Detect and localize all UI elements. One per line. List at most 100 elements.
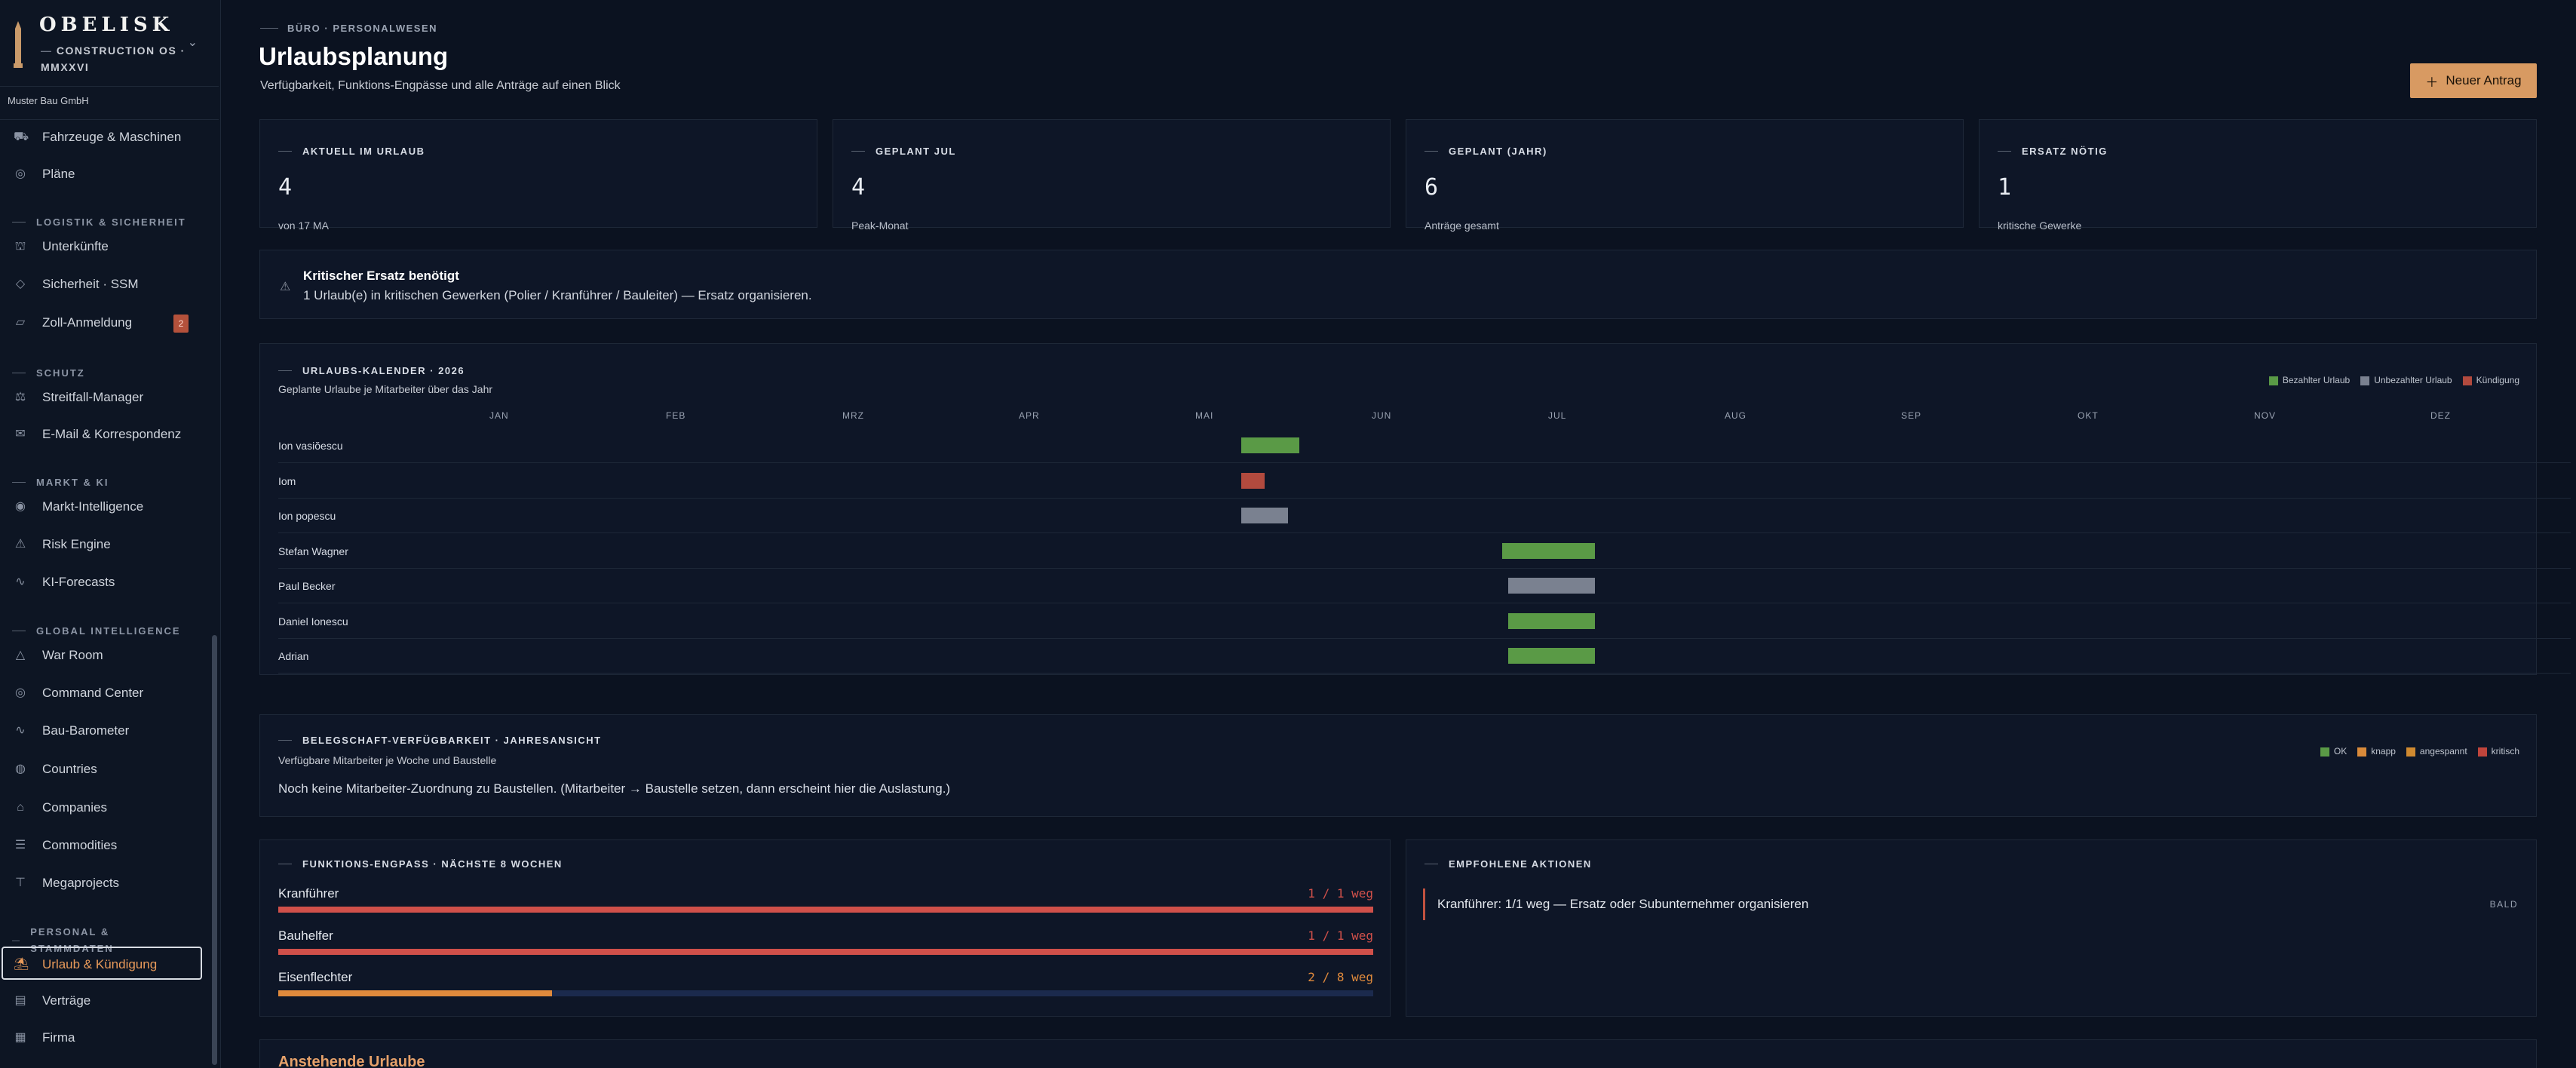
kpi-note: Peak-Monat — [851, 219, 909, 232]
month-label: MRZ — [842, 410, 864, 421]
sidebar-item-commodities[interactable]: ☰ Commodities — [0, 829, 211, 862]
function-name: Eisenflechter — [278, 970, 353, 984]
vacation-bar[interactable] — [1508, 648, 1596, 664]
sidebar-scrollbar[interactable] — [212, 635, 217, 1065]
legend-swatch — [2462, 376, 2472, 385]
legend-item: knapp — [2357, 746, 2396, 756]
breadcrumb: BÜRO · PERSONALWESEN — [260, 23, 437, 34]
progress-track — [278, 990, 1373, 996]
sidebar-item-label: KI-Forecasts — [42, 575, 115, 589]
sidebar-item-pläne[interactable]: ◎ Pläne — [0, 158, 211, 191]
calendar-row: Paul Becker — [278, 569, 2571, 603]
sidebar-item-e-mail-korrespondenz[interactable]: ✉ E-Mail & Korrespondenz — [0, 418, 211, 451]
vacation-bar[interactable] — [1241, 472, 1265, 489]
vacation-bar[interactable] — [1241, 508, 1288, 523]
gavel-icon: ⚖ — [14, 391, 26, 404]
sidebar-item-unterkünfte[interactable]: ⛫ Unterkünfte — [0, 230, 211, 263]
actions-title: EMPFOHLENE AKTIONEN — [1424, 858, 1592, 870]
pulse-icon: ∿ — [15, 724, 26, 737]
calendar-row: Ion vasiŏescu — [278, 428, 2571, 463]
sidebar-item-urlaub-kündigung[interactable]: ⛱ Urlaub & Kündigung — [2, 947, 202, 980]
crane-icon: ⊤ — [15, 876, 26, 889]
legend-item: kritisch — [2477, 746, 2519, 756]
chevron-down-icon[interactable]: ⌄ — [188, 35, 198, 49]
month-label: OKT — [2078, 410, 2099, 421]
sidebar-item-firma[interactable]: ▦ Firma — [0, 1021, 211, 1054]
sidebar-item-companies[interactable]: ⌂ Companies — [0, 791, 211, 824]
sidebar-item-zoll-anmeldung[interactable]: ▱ Zoll-Anmeldung 2 — [0, 306, 211, 339]
employee-name: Ion vasiŏescu — [278, 440, 343, 452]
vacation-bar[interactable] — [1508, 612, 1596, 629]
legend-item: Kündigung — [2462, 375, 2519, 385]
absence-count: 2 / 8 weg — [1308, 970, 1373, 984]
employee-name: Stefan Wagner — [278, 545, 348, 557]
month-label: JAN — [489, 410, 509, 421]
month-label: SEP — [1901, 410, 1922, 421]
sidebar-item-label: Countries — [42, 762, 97, 776]
progress-fill — [278, 907, 1373, 913]
critical-replacement-alert: ⚠ Kritischer Ersatz benötigt 1 Urlaub(e)… — [259, 250, 2537, 319]
employee-name: Ion popescu — [278, 510, 336, 522]
kpi-value: 6 — [1424, 174, 1439, 201]
legend-item: angespannt — [2406, 746, 2467, 756]
alert-title: Kritischer Ersatz benötigt — [303, 269, 459, 283]
bottleneck-row: Kranführer 1 / 1 weg — [278, 886, 1373, 924]
sidebar-item-war-room[interactable]: △ War Room — [0, 639, 211, 672]
sidebar-item-bau-barometer[interactable]: ∿ Bau-Barometer — [0, 714, 211, 747]
brand-subtitle: — CONSTRUCTION OS · MMXXVI — [41, 44, 186, 73]
absence-count: 1 / 1 weg — [1308, 928, 1373, 943]
calendar-row: Stefan Wagner — [278, 534, 2571, 569]
vacation-bar[interactable] — [1241, 437, 1300, 453]
divider — [0, 119, 219, 120]
upcoming-title: Anstehende Urlaube — [278, 1054, 425, 1068]
vacation-bar[interactable] — [1508, 578, 1596, 594]
sidebar-item-label: Unterkünfte — [42, 239, 109, 253]
sidebar-item-verträge[interactable]: ▤ Verträge — [0, 984, 211, 1017]
notification-badge: 2 — [173, 315, 189, 333]
action-item[interactable]: Kranführer: 1/1 weg — Ersatz oder Subunt… — [1423, 888, 2524, 920]
sidebar-item-label: Megaprojects — [42, 876, 120, 890]
legend-label: knapp — [2371, 746, 2396, 756]
kpi-label: GEPLANT JUL — [851, 146, 956, 157]
sidebar-item-countries[interactable]: ◍ Countries — [0, 753, 211, 786]
kpi-label: AKTUELL IM URLAUB — [278, 146, 425, 157]
sidebar-item-label: Verträge — [42, 993, 91, 1008]
sidebar-item-markt-intelligence[interactable]: ◉ Markt-Intelligence — [0, 490, 211, 523]
page-title: Urlaubsplanung — [259, 42, 449, 70]
legend-item: OK — [2320, 746, 2347, 756]
sidebar-item-command-center[interactable]: ◎ Command Center — [0, 677, 211, 710]
upcoming-vacations: Anstehende Urlaube — [259, 1039, 2537, 1068]
legend-label: kritisch — [2491, 746, 2519, 756]
sidebar-item-fahrzeuge-maschinen[interactable]: ⛟ Fahrzeuge & Maschinen — [0, 121, 211, 154]
sidebar-item-sicherheit-ssm[interactable]: ◇ Sicherheit · SSM — [0, 268, 211, 301]
database-icon: ☰ — [14, 839, 26, 852]
sidebar-item-megaprojects[interactable]: ⊤ Megaprojects — [0, 867, 211, 900]
month-label: APR — [1019, 410, 1040, 421]
vacation-bar[interactable] — [1502, 542, 1596, 559]
sidebar-item-ki-forecasts[interactable]: ∿ KI-Forecasts — [0, 566, 211, 599]
legend-swatch — [2477, 747, 2487, 756]
trend-icon: ∿ — [15, 575, 26, 588]
brand-switcher[interactable]: OBELISK — CONSTRUCTION OS · MMXXVI ⌄ — [11, 8, 214, 79]
sidebar-item-label: Firma — [42, 1030, 75, 1045]
calendar-title: URLAUBS-KALENDER · 2026 — [278, 365, 465, 376]
alert-text: 1 Urlaub(e) in kritischen Gewerken (Poli… — [303, 288, 812, 302]
target-icon: ◎ — [15, 686, 26, 699]
sidebar-item-label: War Room — [42, 648, 103, 662]
new-request-button[interactable]: ＋ Neuer Antrag — [2410, 63, 2537, 98]
sidebar-item-risk-engine[interactable]: ⚠ Risk Engine — [0, 528, 211, 561]
kpi-note: von 17 MA — [278, 219, 329, 232]
legend-item: Bezahlter Urlaub — [2268, 375, 2350, 385]
legend-label: Unbezahlter Urlaub — [2374, 375, 2452, 385]
employee-name: Iom — [278, 474, 296, 487]
sidebar-item-streitfall-manager[interactable]: ⚖ Streitfall-Manager — [0, 381, 211, 414]
shield-icon: ◇ — [15, 278, 26, 290]
sidebar-item-label: Risk Engine — [42, 537, 111, 551]
workforce-availability: BELEGSCHAFT-VERFÜGBARKEIT · JAHRESANSICH… — [259, 714, 2537, 817]
company-icon: ▦ — [14, 1031, 26, 1044]
kpi-card-planned-month: GEPLANT JUL 4 Peak-Monat — [833, 119, 1391, 232]
legend-label: Kündigung — [2476, 375, 2519, 385]
kpi-label: ERSATZ NÖTIG — [1998, 146, 2108, 157]
warning-icon: ⚠ — [14, 538, 26, 551]
legend-swatch — [2357, 747, 2367, 756]
